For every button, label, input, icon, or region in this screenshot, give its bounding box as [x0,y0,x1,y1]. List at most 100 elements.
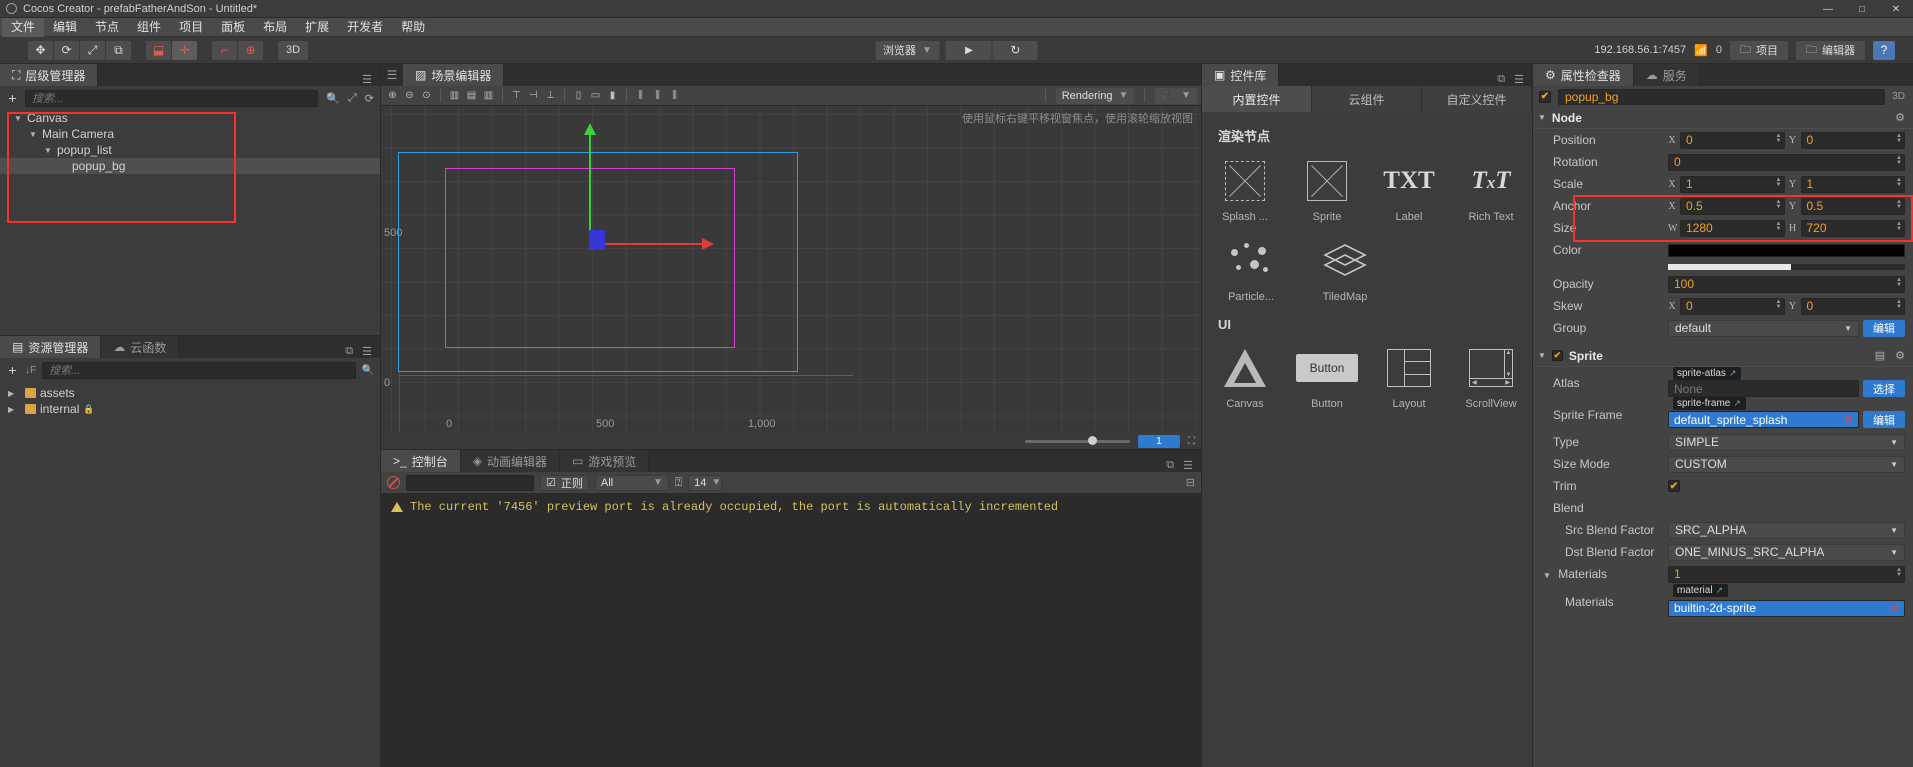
zoom-slider-knob[interactable] [1088,436,1097,445]
stepper-icon[interactable]: ▲ ▼ [1896,199,1902,210]
anchor-y-input[interactable]: 0.5 ▲ ▼ [1800,197,1905,215]
stepper-icon[interactable]: ▲ ▼ [1776,199,1782,210]
zoom-value-input[interactable]: 1 [1138,434,1180,448]
console-collapse-icon[interactable]: ⊟ [1186,476,1195,489]
skew-x-input[interactable]: 0 ▲ ▼ [1680,297,1785,315]
zoom-in-icon[interactable]: ⊕ [385,88,400,103]
pivot-center-icon[interactable]: ⬓ [146,40,171,60]
pivot-anchor-icon[interactable]: ✛ [172,40,197,60]
trim-checkbox[interactable]: ✔ [1668,480,1680,492]
hamburger-icon[interactable]: ☰ [1514,73,1524,86]
spacing-v-icon[interactable]: ⫼ [650,88,665,103]
collapse-triangle-icon[interactable]: ▼ [1543,571,1551,580]
editor-settings-button[interactable]: 🗀 编辑器 [1796,40,1865,60]
rect-tool-icon[interactable]: ⧉ [106,40,131,60]
tab-cloud-functions[interactable]: ☁ 云函数 [101,336,180,358]
menu-component[interactable]: 组件 [128,18,170,37]
expand-triangle-icon[interactable]: ▶ [8,405,21,414]
tab-inspector[interactable]: ⚙ 属性检查器 [1533,64,1634,86]
add-asset-button[interactable]: + [6,362,19,378]
widget-item-richtext[interactable]: TxT Rich Text [1464,157,1518,223]
expand-triangle-icon[interactable]: ▶ [8,389,21,398]
position-x-input[interactable]: 0 ▲ ▼ [1680,131,1785,149]
widget-item-tiledmap[interactable]: TiledMap [1312,237,1378,303]
stepper-icon[interactable]: ▲ ▼ [1896,277,1902,288]
materials-count-input[interactable]: 1 ▲ ▼ [1668,565,1905,583]
widget-item-canvas[interactable]: Canvas [1218,344,1272,410]
position-y-input[interactable]: 0 ▲ ▼ [1800,131,1905,149]
stepper-icon[interactable]: ▲ ▼ [1896,177,1902,188]
align-left-icon[interactable]: ▥ [447,88,462,103]
hierarchy-search-input[interactable]: 搜索... [25,89,319,107]
gizmo-y-axis[interactable] [584,123,596,244]
node-enabled-checkbox[interactable]: ✔ [1539,90,1551,103]
popout-icon[interactable]: ⧉ [1166,459,1174,472]
menu-file[interactable]: 文件 [2,17,45,37]
widget-item-label[interactable]: TXT Label [1382,157,1436,223]
external-link-icon[interactable]: ↗ [1733,398,1741,409]
align-right-icon[interactable]: ▥ [481,88,496,103]
widget-item-splash[interactable]: Splash ... [1218,157,1272,223]
spacing-icon[interactable]: ⫼ [667,88,682,103]
distribute-h-icon[interactable]: ▯ [571,88,586,103]
minimize-button[interactable]: — [1811,0,1845,18]
widget-item-button[interactable]: Button Button [1295,344,1359,410]
tree-node-main-camera[interactable]: ▼ Main Camera [0,126,380,142]
tab-widget-library[interactable]: ▣ 控件库 [1202,64,1280,86]
tab-assets[interactable]: ▤ 资源管理器 [0,336,102,358]
sprite-enabled-checkbox[interactable]: ✔ [1551,350,1563,361]
materials-value-input[interactable]: builtin-2d-sprite ✕ [1668,599,1905,617]
gizmo-x-axis[interactable] [592,238,714,250]
sort-icon[interactable]: ↓F [25,365,36,376]
camera-select[interactable]: 🎥 ▼ [1155,87,1197,104]
src-blend-select[interactable]: SRC_ALPHA ▼ [1668,521,1905,539]
widget-item-sprite[interactable]: Sprite [1300,157,1354,223]
stepper-icon[interactable]: ▲ ▼ [1776,177,1782,188]
sprite-frame-edit-button[interactable]: 编辑 [1863,411,1905,428]
expand-triangle-icon[interactable]: ▼ [44,146,57,155]
align-top-icon[interactable]: ⊤ [509,88,524,103]
search-icon[interactable]: 🔍 [326,92,340,105]
locate-icon[interactable]: ⤢ [348,92,357,105]
scale-y-input[interactable]: 1 ▲ ▼ [1800,175,1905,193]
tab-services[interactable]: ☁ 服务 [1633,64,1700,86]
play-button[interactable]: ▶ [945,40,992,60]
zoom-out-icon[interactable]: ⊖ [402,88,417,103]
refresh-button[interactable]: ↻ [991,40,1038,60]
close-button[interactable]: ✕ [1879,0,1913,18]
zoom-slider[interactable] [1025,436,1130,445]
sprite-section-header[interactable]: ▼ ✔ Sprite ▤ ⚙ [1533,345,1913,367]
hamburger-icon[interactable]: ☰ [362,345,372,358]
local-coord-icon[interactable]: ⌐ [212,40,237,60]
size-mode-select[interactable]: CUSTOM ▼ [1668,455,1905,473]
menu-layout[interactable]: 布局 [254,18,296,37]
maximize-viewport-icon[interactable]: ⛶ [1188,436,1195,447]
size-height-input[interactable]: 720 ▲ ▼ [1800,219,1905,237]
console-filter-input[interactable] [406,474,534,491]
opacity-slider[interactable] [1668,264,1905,270]
color-swatch[interactable] [1668,243,1905,257]
tree-node-canvas[interactable]: ▼ Canvas [0,110,380,126]
type-select[interactable]: SIMPLE ▼ [1668,433,1905,451]
global-coord-icon[interactable]: ⊕ [238,40,263,60]
zoom-fit-icon[interactable]: ⊙ [419,88,434,103]
menu-edit[interactable]: 编辑 [44,18,86,37]
stepper-icon[interactable]: ▲ ▼ [1776,299,1782,310]
dimension-toggle[interactable]: 3D [278,40,308,60]
external-link-icon[interactable]: ↗ [1729,368,1737,379]
tab-console[interactable]: >_ 控制台 [381,450,461,472]
stepper-icon[interactable]: ▲ ▼ [1896,221,1902,232]
group-select[interactable]: default ▼ [1668,319,1859,337]
widget-item-particle[interactable]: Particle... [1218,237,1284,303]
distribute-icon[interactable]: ▮ [605,88,620,103]
scene-viewport[interactable]: 使用鼠标右键平移视窗焦点，使用滚轮缩放视图 500 0 0 500 1,000 [381,106,1201,433]
dst-blend-select[interactable]: ONE_MINUS_SRC_ALPHA ▼ [1668,543,1905,561]
menu-extension[interactable]: 扩展 [296,18,338,37]
node-section-header[interactable]: ▼ Node ⚙ [1533,107,1913,129]
align-middle-icon[interactable]: ⊣ [526,88,541,103]
stepper-icon[interactable]: ▲ ▼ [1896,155,1902,166]
popout-icon[interactable]: ⧉ [1497,73,1505,86]
gear-icon[interactable]: ⚙ [1895,111,1905,124]
add-node-button[interactable]: + [6,90,19,106]
tab-builtin-widgets[interactable]: 内置控件 [1202,86,1312,112]
